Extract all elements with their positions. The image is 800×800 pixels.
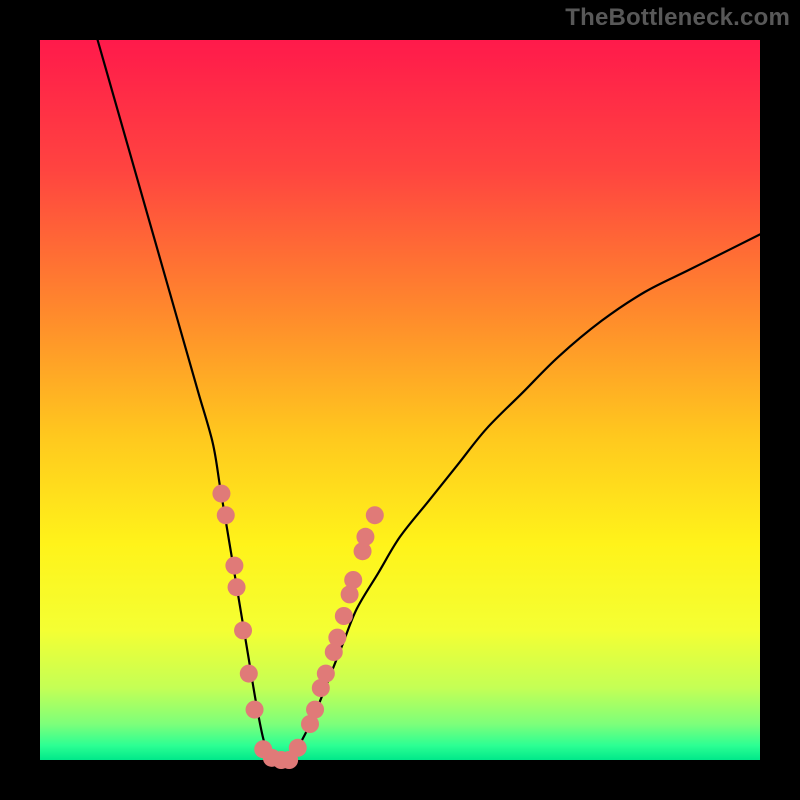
watermark-text: TheBottleneck.com [565,4,790,32]
highlight-dot [328,629,346,647]
highlight-dot [212,485,230,503]
highlight-dot [289,739,307,757]
highlight-dot [317,665,335,683]
highlight-dot [228,578,246,596]
highlight-dot [335,607,353,625]
highlight-dot [344,571,362,589]
bottleneck-curve [98,40,760,762]
highlight-dot [356,528,374,546]
chart-svg [40,40,760,760]
highlight-dot [217,506,235,524]
highlight-dot [234,621,252,639]
highlight-dots-group [212,485,383,769]
outer-frame: TheBottleneck.com [0,0,800,800]
plot-area [40,40,760,760]
highlight-dot [225,557,243,575]
highlight-dot [240,665,258,683]
highlight-dot [306,701,324,719]
highlight-dot [366,506,384,524]
highlight-dot [246,701,264,719]
